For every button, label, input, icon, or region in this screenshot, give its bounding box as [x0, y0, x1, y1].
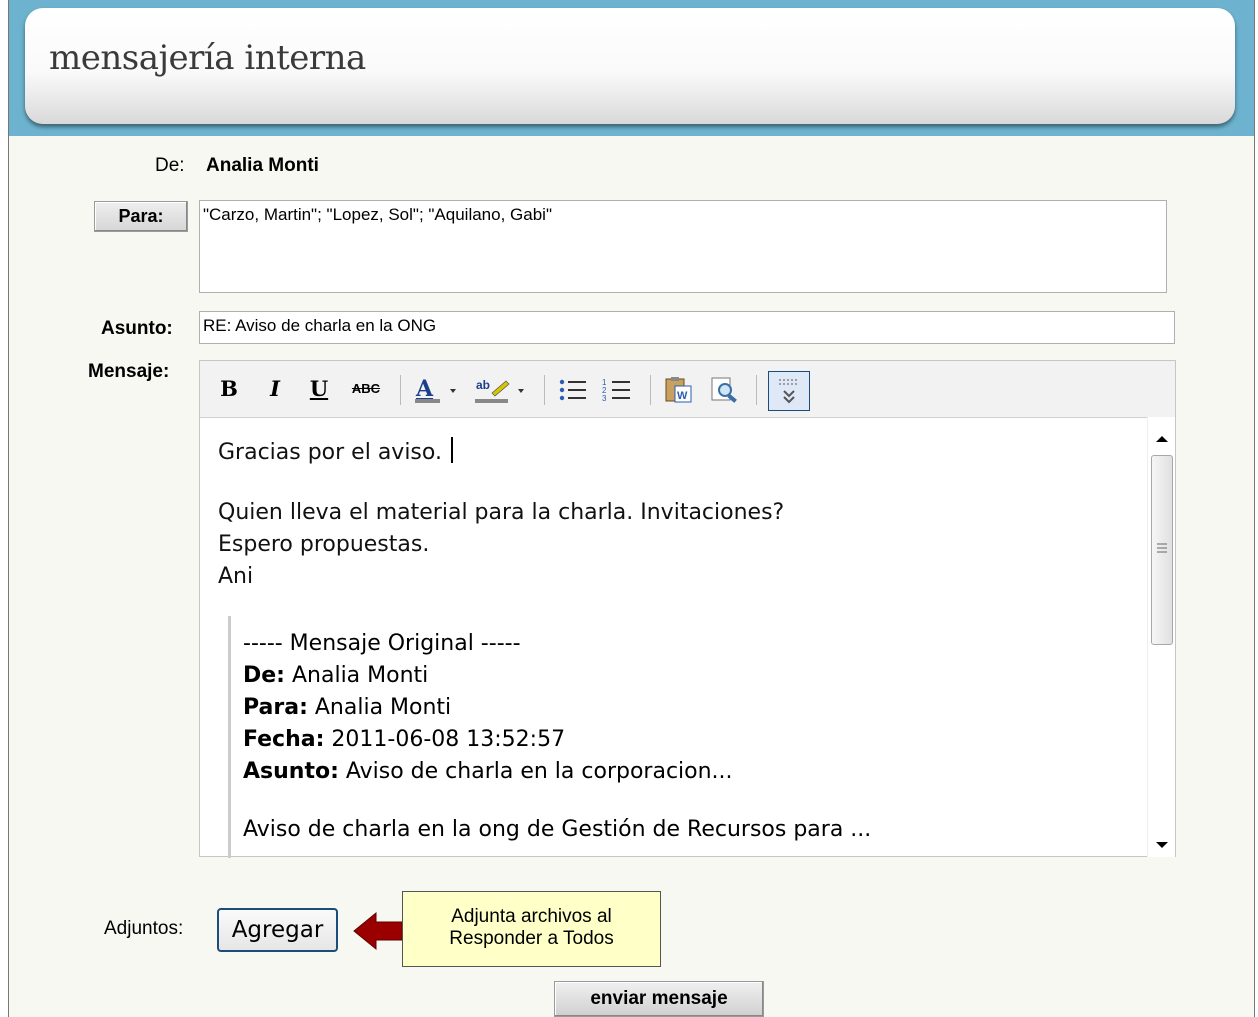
svg-text:ab: ab [476, 378, 490, 392]
toolbar-separator [400, 375, 401, 405]
highlight-color-icon[interactable]: ab [472, 375, 532, 403]
attachments-label: Adjuntos: [104, 918, 184, 939]
from-value: Analia Monti [206, 155, 319, 176]
bullet-list-icon[interactable] [556, 375, 590, 403]
quote-header: ----- Mensaje Original ----- [243, 631, 521, 656]
quote-body: Aviso de charla en la ong de Gestión de … [243, 817, 872, 842]
scroll-thumb[interactable] [1151, 455, 1173, 645]
quote-subject: Asunto: Aviso de charla en la corporacio… [243, 759, 733, 784]
tooltip-callout: Adjunta archivos al Responder a Todos [402, 891, 661, 967]
from-label: De: [155, 155, 185, 176]
italic-icon[interactable]: I [264, 375, 286, 403]
text-cursor [450, 437, 453, 463]
callout-line-1: Adjunta archivos al [451, 906, 612, 927]
scroll-down-icon[interactable] [1155, 835, 1169, 854]
bold-icon[interactable]: B [218, 375, 240, 403]
title-box: mensajería interna [25, 8, 1235, 124]
send-message-button[interactable]: enviar mensaje [554, 981, 764, 1017]
scroll-up-icon[interactable] [1155, 429, 1169, 448]
header-band: mensajería interna [9, 0, 1254, 136]
strikethrough-icon[interactable]: ABC [348, 375, 384, 403]
page-title: mensajería interna [49, 38, 366, 78]
preview-icon[interactable] [708, 375, 742, 403]
more-tools-icon[interactable] [768, 371, 810, 411]
message-editor: B I U ABC A ab 1 2 3 W Gracias por el av… [199, 360, 1176, 858]
toolbar-separator [756, 375, 757, 405]
quote-date: Fecha: 2011-06-08 13:52:57 [243, 727, 566, 752]
body-line: Gracias por el aviso. [218, 437, 453, 468]
message-label: Mensaje: [88, 361, 170, 382]
svg-text:W: W [677, 390, 688, 402]
toolbar-separator [544, 375, 545, 405]
quoted-original-message: ----- Mensaje Original ----- De: Analia … [228, 616, 1143, 858]
svg-text:A: A [415, 376, 434, 402]
quote-from: De: Analia Monti [243, 663, 429, 688]
callout-line-2: Responder a Todos [449, 928, 614, 949]
body-line: Quien lleva el material para la charla. … [218, 500, 785, 525]
body-line: Espero propuestas. [218, 532, 430, 557]
add-attachment-button[interactable]: Agregar [217, 908, 338, 952]
to-button[interactable]: Para: [94, 201, 188, 232]
quote-to: Para: Analia Monti [243, 695, 452, 720]
underline-icon[interactable]: U [308, 375, 330, 403]
editor-toolbar: B I U ABC A ab 1 2 3 W [200, 361, 1175, 418]
svg-text:3: 3 [602, 394, 607, 403]
paste-word-icon[interactable]: W [662, 375, 696, 403]
editor-scrollbar[interactable] [1147, 417, 1175, 857]
to-field[interactable]: "Carzo, Martin"; "Lopez, Sol"; "Aquilano… [199, 200, 1167, 293]
subject-input[interactable]: RE: Aviso de charla en la ONG [199, 311, 1175, 344]
numbered-list-icon[interactable]: 1 2 3 [600, 375, 634, 403]
font-color-icon[interactable]: A [412, 375, 462, 403]
toolbar-separator [650, 375, 651, 405]
body-line: Ani [218, 564, 254, 589]
subject-label: Asunto: [101, 318, 173, 339]
arrow-left-icon [353, 911, 403, 951]
